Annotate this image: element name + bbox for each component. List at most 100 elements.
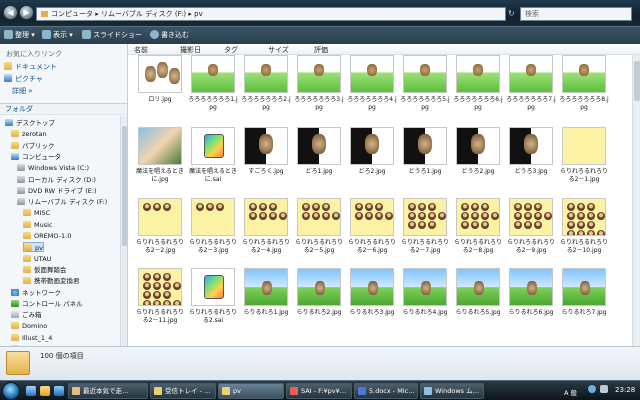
file-item[interactable]: らりれろるれろりる2－4.jpg [240, 198, 292, 268]
tree-item[interactable]: ネットワーク [11, 288, 61, 298]
tree-item[interactable]: Music [23, 220, 53, 230]
column-size[interactable]: サイズ [268, 45, 289, 55]
file-item[interactable]: 魔法を唱えるときに.sai [187, 127, 239, 197]
tree-item[interactable]: コンピュータ [11, 152, 61, 162]
file-item[interactable]: らりるれろ3.jpg [346, 268, 398, 338]
tree-item[interactable]: 仮面舞踏会 [23, 265, 67, 275]
file-item[interactable]: どうろ3.jpg [505, 127, 557, 197]
file-item[interactable]: どうろ2.jpg [452, 127, 504, 197]
file-item[interactable]: らりれろるれろりる2－1.jpg [558, 127, 610, 197]
tree-item[interactable]: コントロール パネル [11, 299, 83, 309]
thumbnail [297, 198, 341, 236]
slideshow-button[interactable]: スライドショー [82, 30, 142, 40]
organize-button[interactable]: 整理 ▾ [4, 30, 35, 40]
file-item[interactable]: ロリ.jpg [134, 55, 186, 125]
file-name: らりれろるれろりる2－8.jpg [453, 239, 502, 254]
tree-item[interactable]: ローカル ディスク (D:) [17, 175, 96, 185]
file-item[interactable]: どろ2.jpg [346, 127, 398, 197]
file-item[interactable]: どうろ1.jpg [399, 127, 451, 197]
file-item[interactable]: らりれろるれろりる2－3.jpg [187, 198, 239, 268]
tree-item[interactable]: OREMO-1.0 [23, 231, 71, 241]
file-item[interactable]: ろろろろろろろ7.jpg [505, 55, 557, 125]
browser-icon[interactable] [54, 386, 64, 396]
favorite-more[interactable]: 詳細 » [12, 86, 33, 97]
burn-button[interactable]: 書き込む [150, 30, 189, 40]
start-button[interactable] [2, 382, 20, 400]
file-item[interactable]: らりるれろ1.jpg [240, 268, 292, 338]
content-scrollbar[interactable] [632, 55, 640, 346]
file-item[interactable]: ろろろろろろろ5.jpg [399, 55, 451, 125]
search-input[interactable]: 検索 [520, 7, 632, 21]
tree-item[interactable]: DVD RW ドライブ (E:) [17, 186, 97, 196]
taskbar-button[interactable]: 最近本気で走… [68, 383, 148, 399]
app-icon [72, 387, 80, 395]
tree-item[interactable]: pv [23, 242, 44, 253]
explorer-icon[interactable] [40, 386, 50, 396]
favorite-documents[interactable]: ドキュメント [4, 62, 57, 73]
sidebar-scrollbar[interactable] [120, 116, 127, 346]
file-item[interactable]: ろろろろろろろ4.jpg [346, 55, 398, 125]
favorite-pictures[interactable]: ピクチャ [4, 74, 43, 85]
file-item[interactable]: らりるれろ6.jpg [505, 268, 557, 338]
tree-item[interactable]: UTAU [23, 254, 51, 264]
tree-item[interactable]: MISC [23, 208, 50, 218]
file-item[interactable]: ろろろろろろろ3.jpg [293, 55, 345, 125]
network-icon[interactable] [588, 385, 596, 393]
clock[interactable]: 23:28 [615, 386, 635, 394]
views-button[interactable]: 表示 ▾ [42, 30, 73, 40]
thumbnail [456, 268, 500, 306]
forward-button[interactable]: ▶ [19, 5, 34, 20]
back-button[interactable]: ◀ [3, 5, 18, 20]
column-name[interactable]: 名前 [134, 45, 148, 55]
tree-item[interactable]: デスクトップ [5, 118, 55, 128]
file-item[interactable]: らりれろるれろりる2－8.jpg [452, 198, 504, 268]
taskbar-button[interactable]: 受信トレイ - … [150, 383, 216, 399]
tree-item[interactable]: リムーバブル ディスク (F:) [17, 197, 107, 207]
volume-icon[interactable] [600, 385, 608, 393]
file-item[interactable]: どろ1.jpg [293, 127, 345, 197]
folders-heading[interactable]: フォルダ [0, 103, 127, 115]
file-item[interactable]: らりるれろ2.jpg [293, 268, 345, 338]
sidebar-scroll-thumb[interactable] [122, 126, 127, 246]
file-item[interactable]: すごろく.jpg [240, 127, 292, 197]
show-desktop-icon[interactable] [26, 386, 36, 396]
file-item[interactable]: らりれろるれろりる2－9.jpg [505, 198, 557, 268]
file-item[interactable]: 魔法を唱えるときに.jpg [134, 127, 186, 197]
file-item[interactable]: らりれろるれろりる2－6.jpg [346, 198, 398, 268]
taskbar: 最近本気で走… 受信トレイ - … pv SAI - F:¥pv¥… 5.docx - … [0, 380, 640, 400]
file-item[interactable]: らりるれろ5.jpg [452, 268, 504, 338]
column-rating[interactable]: 評価 [314, 45, 328, 55]
file-item[interactable]: らりれろるれろりる2－5.jpg [293, 198, 345, 268]
tree-item[interactable]: Domino [11, 321, 47, 331]
tree-item[interactable]: ごみ箱 [11, 310, 42, 320]
content-scroll-thumb[interactable] [634, 61, 640, 101]
tree-item[interactable]: パブリック [11, 141, 55, 151]
file-item[interactable]: らりれろるれろりる2－10.jpg [558, 198, 610, 268]
address-bar[interactable]: コンピュータ ▸ リムーバブル ディスク (F:) ▸ pv [36, 7, 506, 21]
refresh-icon[interactable]: ↻ [508, 8, 518, 20]
file-item[interactable]: ろろろろろろろ1.jpg [187, 55, 239, 125]
file-item[interactable]: ろろろろろろろ2.jpg [240, 55, 292, 125]
file-item[interactable]: らりれろるれろりる2－7.jpg [399, 198, 451, 268]
tree-item[interactable]: 携帯動画変換君 [23, 276, 80, 286]
taskbar-button[interactable]: 5.docx - Mic… [354, 383, 418, 399]
file-item[interactable]: らりるれろ4.jpg [399, 268, 451, 338]
file-item[interactable]: らりれろるれろりる2.sai [187, 268, 239, 338]
column-date[interactable]: 撮影日 [180, 45, 201, 55]
tree-item[interactable]: Illust_1_4 [11, 333, 52, 343]
thumbnail [509, 55, 553, 93]
tree-item[interactable]: zerotan [11, 129, 47, 139]
ime-indicator[interactable]: A 般 [564, 387, 577, 397]
thumbnail [297, 268, 341, 306]
tree-item[interactable]: Windows Vista (C:) [17, 163, 89, 173]
taskbar-button[interactable]: Windows ム… [420, 383, 484, 399]
taskbar-button[interactable]: pv [218, 383, 284, 399]
column-tags[interactable]: タグ [224, 45, 238, 55]
file-item[interactable]: らりれろるれろりる2－11.jpg [134, 268, 186, 338]
file-name: ろろろろろろろ7.jpg [506, 96, 556, 111]
taskbar-button[interactable]: SAI - F:¥pv¥… [286, 383, 352, 399]
file-item[interactable]: らりれろるれろりる2－2.jpg [134, 198, 186, 268]
file-item[interactable]: ろろろろろろろ8.jpg [558, 55, 610, 125]
file-item[interactable]: ろろろろろろろ6.jpg [452, 55, 504, 125]
file-item[interactable]: らりるれろ7.jpg [558, 268, 610, 338]
